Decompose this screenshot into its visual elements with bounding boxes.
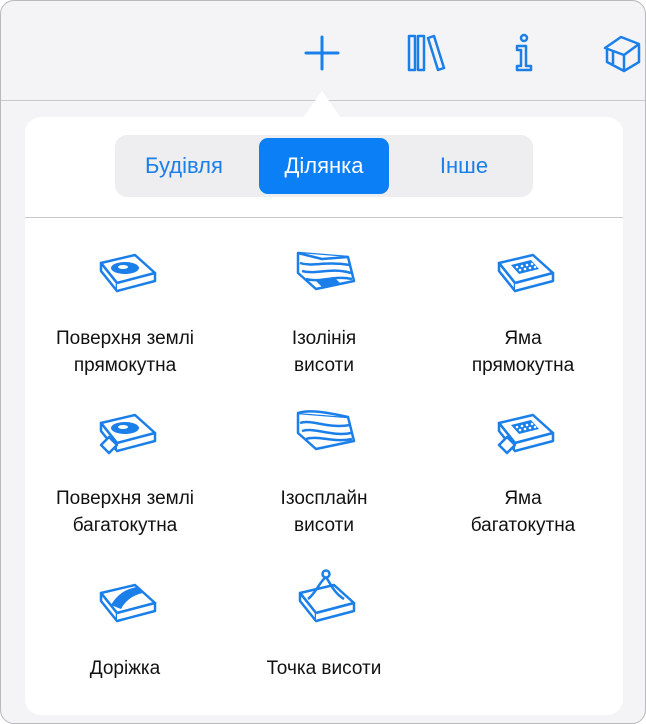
tile-label: Яма багатокутна	[470, 488, 576, 536]
surface-polygonal-icon	[99, 413, 157, 455]
height-point-icon	[298, 569, 356, 623]
divider	[25, 217, 623, 218]
window: Будівля Ділянка Інше Поверхня землі прям…	[0, 0, 646, 724]
path-icon	[99, 583, 157, 623]
tile-surface-polygonal[interactable]: Поверхня землі багатокутна	[30, 405, 220, 545]
info-icon[interactable]	[502, 31, 546, 75]
surface-rectangular-icon	[99, 253, 157, 293]
tile-pit-polygonal[interactable]: Яма багатокутна	[428, 405, 618, 545]
tile-path[interactable]: Доріжка	[30, 575, 220, 715]
isoline-icon	[296, 251, 356, 291]
house-icon[interactable]	[601, 31, 645, 75]
segment-plot[interactable]: Ділянка	[259, 138, 389, 194]
tile-label: Ізолінія висоти	[291, 328, 357, 376]
tile-isospline[interactable]: Ізосплайн висоти	[229, 405, 419, 545]
tile-height-point[interactable]: Точка висоти	[229, 565, 419, 705]
popover-arrow	[303, 91, 341, 118]
tile-label: Яма прямокутна	[471, 328, 575, 376]
pit-rectangular-icon	[497, 253, 555, 293]
tile-pit-rectangular[interactable]: Яма прямокутна	[428, 245, 618, 385]
tile-isoline[interactable]: Ізолінія висоти	[229, 245, 419, 385]
toolbar	[1, 1, 645, 101]
tile-label: Точка висоти	[266, 658, 382, 679]
tile-label: Поверхня землі багатокутна	[55, 488, 195, 536]
pit-polygonal-icon	[497, 413, 555, 455]
tile-label: Доріжка	[89, 658, 161, 679]
tile-surface-rectangular[interactable]: Поверхня землі прямокутна	[30, 245, 220, 385]
isospline-icon	[296, 410, 356, 451]
tile-label: Ізосплайн висоти	[280, 488, 368, 536]
category-segmented-control: Будівля Ділянка Інше	[115, 135, 533, 197]
segment-other[interactable]: Інше	[399, 138, 529, 194]
segment-building[interactable]: Будівля	[119, 138, 249, 194]
add-element-popover: Будівля Ділянка Інше Поверхня землі прям…	[25, 117, 623, 715]
plus-icon[interactable]	[300, 31, 344, 75]
library-icon[interactable]	[404, 31, 448, 75]
tile-label: Поверхня землі прямокутна	[55, 328, 195, 376]
